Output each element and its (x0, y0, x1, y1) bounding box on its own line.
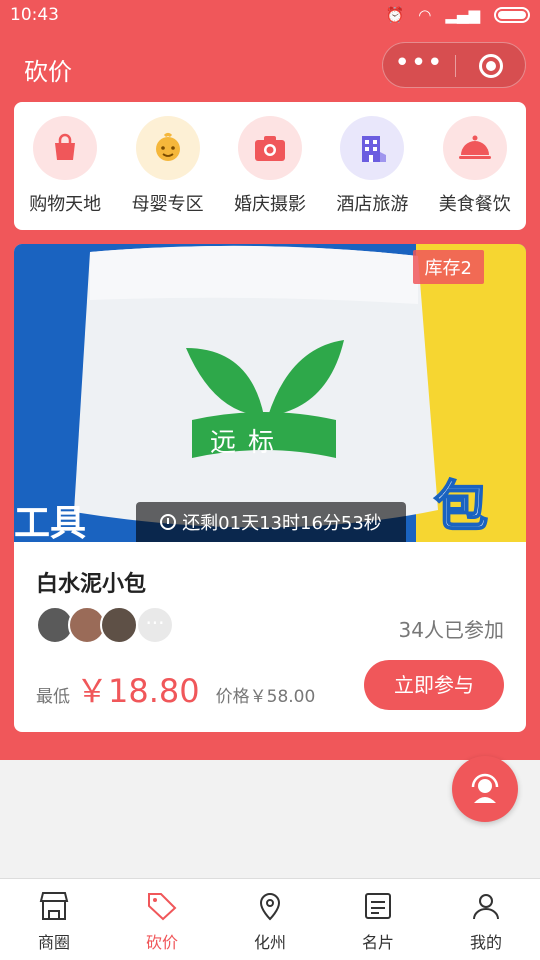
tab-label: 砍价 (145, 933, 178, 952)
tab-label: 我的 (469, 933, 502, 952)
category-shopping[interactable]: 购物天地 (17, 116, 113, 230)
tab-label: 名片 (361, 933, 394, 952)
signal-icon: ▂▄▆ (445, 6, 480, 24)
min-price-label: 最低 (36, 687, 70, 707)
page-title: 砍价 (24, 58, 72, 86)
hotel-icon (340, 116, 405, 180)
original-price: 价格￥58.00 (215, 687, 316, 707)
price-row: 最低 ￥18.80 价格￥58.00 (36, 666, 315, 712)
headset-icon (471, 773, 499, 803)
category-hotel-travel[interactable]: 酒店旅游 (324, 116, 420, 230)
category-label: 母婴专区 (131, 194, 204, 215)
camera-icon (237, 116, 302, 180)
tab-business-card[interactable]: 名片 (324, 879, 432, 960)
food-cloche-icon (442, 116, 507, 180)
min-price: ￥18.80 (76, 672, 200, 710)
participant-count: 34人已参加 (398, 618, 504, 642)
tab-label: 化州 (253, 933, 286, 952)
tab-bargain[interactable]: 砍价 (108, 879, 216, 960)
clock-icon (160, 514, 177, 530)
tab-label: 商圈 (37, 933, 70, 952)
category-panel: 购物天地 母婴专区 婚庆摄影 酒店旅游 美食餐饮 (14, 102, 526, 230)
tab-huazhou[interactable]: 化州 (216, 879, 324, 960)
wifi-icon: ◠ (418, 6, 432, 24)
banner-left-text: 工具 (14, 503, 87, 542)
category-label: 美食餐饮 (438, 194, 511, 215)
battery-icon (494, 7, 530, 23)
category-baby[interactable]: 母婴专区 (120, 116, 216, 230)
category-label: 购物天地 (29, 194, 102, 215)
more-participants-icon[interactable]: ··· (136, 606, 174, 644)
user-icon (473, 894, 499, 920)
category-label: 酒店旅游 (336, 194, 409, 215)
product-image[interactable]: 远标 工具 包邮 库存2 还剩01天13时16分53秒 (14, 244, 526, 542)
location-icon (259, 893, 281, 921)
category-wedding-photo[interactable]: 婚庆摄影 (222, 116, 318, 230)
tab-mine[interactable]: 我的 (432, 879, 540, 960)
countdown-timer: 还剩01天13时16分53秒 (136, 502, 406, 542)
mini-program-capsule: ••• (382, 42, 526, 88)
price-tag-icon (148, 893, 177, 921)
shopping-bag-icon (33, 116, 98, 180)
header: 砍价 ••• 购物天地 母婴专区 婚庆摄影 酒店旅游 美食餐饮 远标 工具 包 … (0, 32, 540, 760)
brand-text: 远标 (210, 428, 287, 458)
countdown-text: 还剩01天13时16分53秒 (182, 513, 382, 534)
close-target-icon[interactable] (479, 54, 503, 78)
capsule-divider (455, 55, 456, 77)
category-food[interactable]: 美食餐饮 (427, 116, 523, 230)
card-icon (365, 893, 391, 919)
category-label: 婚庆摄影 (233, 194, 306, 215)
avatar (100, 606, 138, 644)
status-bar: 10:43 ⏰ ◠ ▂▄▆ (0, 0, 540, 32)
bottom-tab-bar: 商圈 砍价 化州 名片 我的 (0, 878, 540, 960)
status-time: 10:43 (10, 5, 59, 25)
join-button[interactable]: 立即参与 (364, 660, 504, 710)
customer-service-button[interactable] (452, 756, 518, 822)
product-name: 白水泥小包 (36, 572, 147, 597)
tab-business-circle[interactable]: 商圈 (0, 879, 108, 960)
bargain-product-card[interactable]: 远标 工具 包邮 库存2 还剩01天13时16分53秒 白水泥小包 ··· 34… (14, 244, 526, 732)
banner-right-text: 包邮 (433, 474, 489, 539)
stock-badge: 库存2 (412, 250, 484, 284)
more-menu-icon[interactable]: ••• (383, 43, 455, 89)
alarm-icon: ⏰ (385, 6, 405, 24)
baby-icon (135, 116, 200, 180)
store-icon (39, 892, 69, 920)
